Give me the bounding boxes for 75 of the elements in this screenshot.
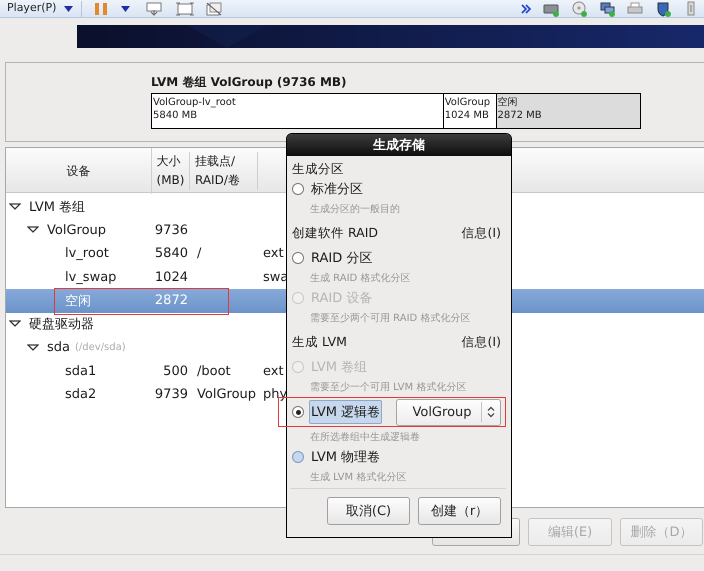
expander-arrow-icon[interactable] — [9, 319, 21, 330]
radio-button[interactable] — [292, 252, 304, 264]
device-name: lv_root — [65, 246, 109, 262]
device-name: sda2 — [65, 387, 96, 402]
option-description: 需要至少两个可用 RAID 格式化分区 — [310, 312, 470, 325]
dropdown-caret-icon[interactable] — [121, 6, 130, 12]
device-name: lv_swap — [65, 270, 116, 285]
option-label[interactable]: 标准分区 — [309, 177, 365, 201]
info-link[interactable]: 信息(I) — [462, 334, 501, 351]
free-space-segment[interactable]: 空闲 2872 MB — [496, 94, 640, 128]
size-cell-text: 500 — [162, 364, 188, 379]
size-column-header[interactable]: 大小 (MB) — [152, 152, 190, 190]
volume-segment[interactable]: VolGroup 1024 MB — [444, 94, 497, 128]
device-name: 空闲 — [65, 292, 91, 310]
mount-cell-text: / — [197, 246, 202, 262]
option-description: 需要至少一个可用 LVM 格式化分区 — [310, 380, 466, 394]
option-label[interactable]: RAID 分区 — [309, 246, 374, 270]
fullscreen-icon[interactable] — [176, 2, 194, 16]
option-description: 在所选卷组中生成逻辑卷 — [310, 430, 420, 444]
up-down-arrows-icon — [487, 406, 495, 418]
tree-row[interactable]: VolGroup 9736 — [6, 218, 286, 242]
tree-row[interactable]: LVM 卷组 — [6, 195, 286, 218]
device-name: sda1 — [65, 364, 96, 379]
device-name: sda — [47, 340, 70, 356]
mount-column-header[interactable]: 挂载点/ RAID/卷 — [190, 152, 258, 190]
volume-segment[interactable]: VolGroup-lv_root 5840 MB — [152, 94, 444, 128]
option-label[interactable]: LVM 逻辑卷 — [309, 400, 382, 424]
size-cell-text: 1024 — [154, 270, 188, 285]
size-cell-text: 9736 — [154, 222, 188, 238]
expander-arrow-icon[interactable] — [27, 342, 39, 353]
tree-row[interactable]: 硬盘驱动器 — [6, 312, 286, 336]
dialog-title: 生成存储 — [287, 134, 511, 156]
double-chevron-icon[interactable] — [521, 4, 531, 14]
mount-cell-text: /boot — [197, 364, 232, 379]
section-heading: 创建软件 RAID — [292, 225, 378, 242]
info-link[interactable]: 信息(I) — [462, 225, 501, 242]
volume-group-dropdown[interactable]: VolGroup — [396, 398, 501, 426]
tree-row[interactable]: lv_root 5840 / ext — [6, 242, 286, 266]
network-icon[interactable] — [599, 0, 615, 16]
option-description: 生成 RAID 格式化分区 — [310, 272, 410, 285]
size-cell-text: 2872 — [154, 293, 188, 308]
size-cell-text: 5840 — [154, 246, 188, 262]
section-heading: 生成分区 — [292, 160, 344, 178]
option-description: 生成分区的一般目的 — [310, 202, 400, 216]
device-name: 硬盘驱动器 — [29, 316, 94, 334]
radio-button[interactable] — [292, 451, 304, 463]
device-column-header[interactable]: 设备 — [6, 148, 152, 194]
option-description: 生成 LVM 格式化分区 — [310, 470, 406, 484]
dialog-button[interactable]: 取消(C) — [327, 497, 410, 525]
shield-icon[interactable] — [655, 0, 671, 16]
section-heading: 生成 LVM — [292, 334, 347, 351]
device-name: VolGroup — [47, 222, 106, 238]
tree-row[interactable]: sda1 500 /boot ext — [6, 360, 286, 383]
type-cell: phy — [263, 387, 288, 402]
radio-button[interactable] — [292, 183, 304, 195]
tree-row[interactable]: sda2 9739 VolGroup phy — [6, 383, 286, 406]
expander-arrow-icon[interactable] — [27, 225, 39, 236]
radio-button[interactable] — [292, 406, 304, 418]
dropdown-caret-icon[interactable] — [64, 6, 74, 12]
mount-cell-text: VolGroup — [197, 387, 258, 402]
disc-icon[interactable] — [571, 0, 587, 16]
volume-group-title: LVM 卷组 VolGroup (9736 MB) — [151, 74, 348, 90]
type-cell: ext — [263, 246, 284, 262]
crossed-screen-icon[interactable] — [206, 2, 222, 16]
device-path: (/dev/sda) — [75, 342, 126, 354]
type-cell: ext — [263, 364, 284, 379]
size-cell-text: 9739 — [154, 387, 188, 402]
player-menu[interactable]: Player(P) — [7, 0, 56, 14]
device-name: LVM 卷组 — [29, 198, 86, 216]
printer-icon[interactable] — [627, 0, 643, 16]
tree-row[interactable]: sda (/dev/sda) — [6, 336, 286, 360]
dialog-button[interactable]: 创建（r） — [418, 497, 501, 525]
screen-arrow-icon[interactable] — [146, 2, 162, 16]
expander-arrow-icon[interactable] — [9, 202, 21, 212]
option-label[interactable]: LVM 物理卷 — [309, 445, 382, 469]
